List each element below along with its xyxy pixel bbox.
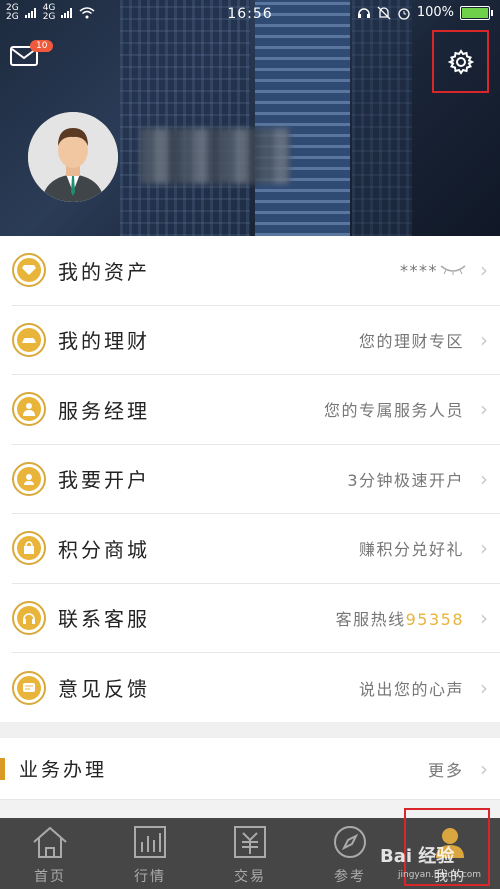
message-icon (12, 670, 46, 705)
chart-icon (134, 826, 166, 858)
section-divider (0, 722, 500, 738)
menu-item-label: 联系客服 (58, 607, 150, 632)
gift-bag-icon (12, 531, 46, 566)
tab-home[interactable]: 首页 (0, 818, 100, 889)
section-accent-bar (0, 757, 5, 780)
menu-item-label: 意见反馈 (58, 677, 150, 702)
menu-item-value: 说出您的心声 (358, 679, 464, 699)
chevron-right-icon: › (480, 466, 488, 491)
tab-trade[interactable]: 交易 (200, 818, 300, 889)
chevron-right-icon: › (480, 397, 488, 422)
chevron-right-icon: › (480, 605, 488, 630)
chevron-right-icon: › (480, 258, 488, 283)
headset-icon (12, 600, 46, 635)
more-link[interactable]: 更多 (428, 757, 464, 781)
menu-item-open-account[interactable]: 我要开户 3分钟极速开户 › (12, 445, 500, 514)
menu-item-finance[interactable]: 我的理财 您的理财专区 › (12, 306, 500, 375)
status-right: 100% (357, 5, 493, 20)
tab-label: 行情 (134, 869, 166, 885)
menu-item-points-mall[interactable]: 积分商城 赚积分兑好礼 › (12, 514, 500, 584)
alarm-icon (398, 7, 410, 20)
trade-icon (234, 826, 266, 858)
battery-percent: 100% (416, 5, 454, 20)
tab-label: 交易 (234, 869, 266, 885)
gold-ingot-icon (12, 322, 46, 357)
menu-item-value: 您的专属服务人员 (323, 401, 464, 421)
eye-closed-icon[interactable] (440, 264, 466, 276)
mail-badge: 10 (30, 40, 54, 52)
tab-label: 首页 (34, 869, 66, 885)
menu-item-manager[interactable]: 服务经理 您的专属服务人员 › (12, 375, 500, 445)
chevron-right-icon: › (480, 327, 488, 352)
menu-item-value: 您的理财专区 (358, 331, 464, 351)
chevron-right-icon: › (480, 675, 488, 700)
watermark-url: jingyan.baidu.com (398, 870, 482, 880)
hotline-text: 客服热线95358 (336, 606, 464, 630)
tab-label: 参考 (334, 869, 366, 885)
menu-item-label: 积分商城 (58, 537, 150, 562)
username-redacted (140, 128, 290, 184)
menu-item-value: 赚积分兑好礼 (358, 540, 464, 560)
headset-status-icon (357, 7, 370, 18)
home-icon (33, 826, 67, 858)
menu-item-label: 我的理财 (58, 329, 150, 354)
menu-item-customer-service[interactable]: 联系客服 客服热线95358 › (12, 584, 500, 653)
background-building (255, 0, 350, 236)
background-building (352, 0, 412, 236)
status-bar: 2G 2G 4G 2G 16:56 100% (0, 0, 500, 28)
avatar[interactable] (28, 112, 118, 202)
mute-bell-icon (377, 6, 391, 19)
manager-icon (12, 392, 46, 427)
user-icon (12, 461, 46, 496)
menu-item-label: 服务经理 (58, 398, 150, 423)
tab-market[interactable]: 行情 (100, 818, 200, 889)
battery-icon (460, 5, 493, 20)
gear-icon (447, 48, 474, 75)
watermark: Bai 经验 (380, 846, 455, 867)
menu-item-value: 3分钟极速开户 (347, 470, 464, 490)
hotline-label: 客服热线 (335, 609, 406, 629)
menu-item-label: 我的资产 (58, 259, 150, 284)
compass-icon (334, 826, 366, 858)
background-building (120, 0, 250, 236)
business-section-header[interactable]: 业务办理 更多 › (0, 738, 500, 800)
menu-item-label: 我要开户 (58, 468, 150, 493)
assets-hidden-value: **** (400, 260, 438, 280)
hotline-number[interactable]: 95358 (406, 610, 464, 629)
profile-header: 2G 2G 4G 2G 16:56 100% 10 (0, 0, 500, 236)
chevron-right-icon: › (480, 756, 488, 781)
chevron-right-icon: › (480, 536, 488, 561)
section-title: 业务办理 (19, 759, 108, 781)
diamond-icon (12, 253, 46, 288)
menu-item-feedback[interactable]: 意见反馈 说出您的心声 › (12, 653, 500, 723)
menu-list: 我的资产 **** › 我的理财 您的理财专区 › 服务经理 您的专属服务人员 … (0, 236, 500, 723)
menu-item-assets[interactable]: 我的资产 **** › (12, 236, 500, 306)
person-avatar-icon (28, 112, 118, 202)
settings-button[interactable] (432, 30, 489, 93)
